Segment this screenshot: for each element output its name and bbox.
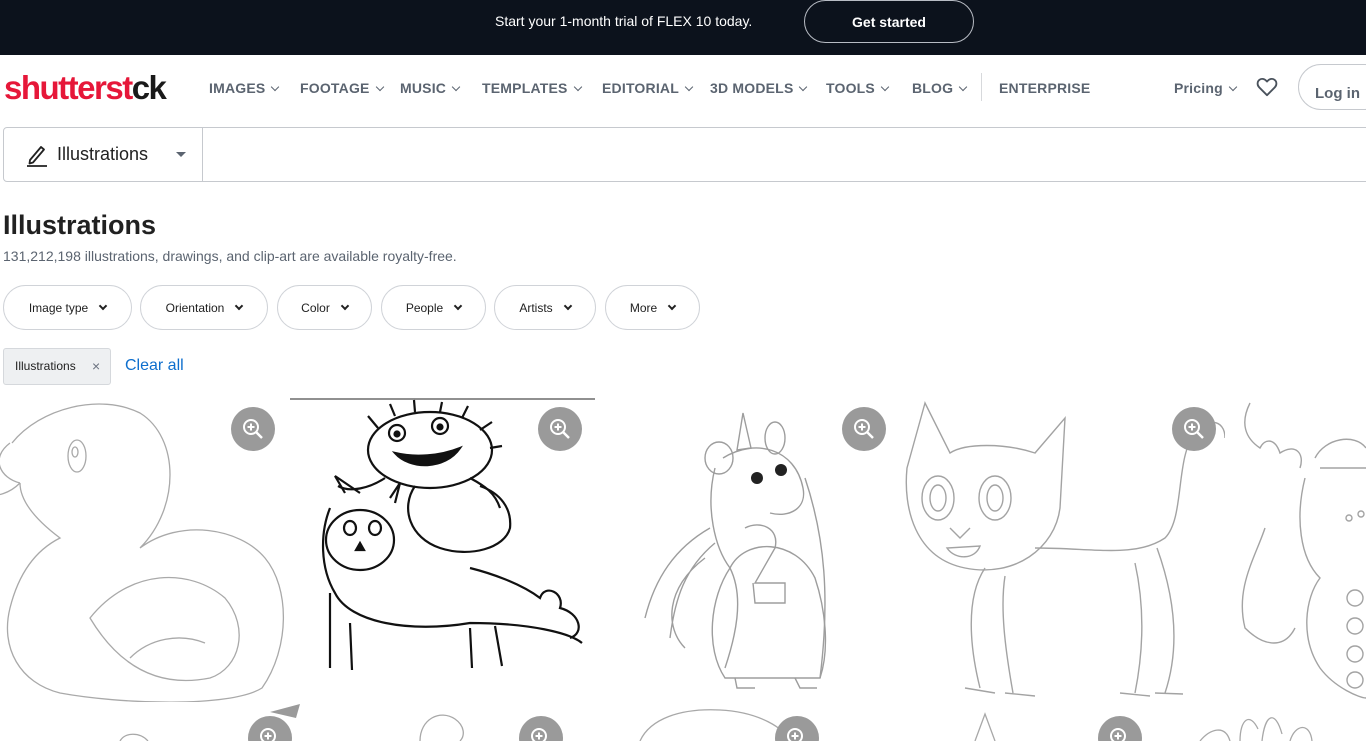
zoom-in-icon bbox=[550, 419, 570, 439]
filter-people[interactable]: People bbox=[381, 285, 486, 330]
filter-image-type[interactable]: Image type bbox=[3, 285, 132, 330]
nav-tools[interactable]: TOOLS bbox=[826, 79, 890, 97]
get-started-button[interactable]: Get started bbox=[804, 0, 974, 43]
reindeer-snowman-image bbox=[1241, 402, 1366, 699]
filter-color[interactable]: Color bbox=[277, 285, 372, 330]
chevron-down-icon bbox=[453, 301, 463, 310]
zoom-button[interactable] bbox=[231, 407, 275, 451]
zoom-button[interactable] bbox=[842, 407, 886, 451]
chevron-down-icon bbox=[271, 82, 280, 92]
chevron-down-icon bbox=[684, 82, 694, 92]
nav-3d-models[interactable]: 3D MODELS bbox=[710, 79, 808, 97]
caret-down-icon bbox=[176, 152, 186, 157]
login-button[interactable]: Log in bbox=[1298, 64, 1366, 110]
promo-text: Start your 1-month trial of FLEX 10 toda… bbox=[495, 13, 753, 29]
heart-icon[interactable] bbox=[1256, 77, 1278, 97]
zoom-in-icon bbox=[243, 419, 263, 439]
result-tile[interactable] bbox=[290, 398, 595, 702]
filter-label: Image type bbox=[28, 300, 89, 315]
active-filter-chip: Illustrations × bbox=[3, 348, 111, 385]
chevron-down-icon bbox=[573, 82, 582, 92]
nav-templates-label: TEMPLATES bbox=[482, 80, 568, 96]
chevron-down-icon bbox=[880, 82, 890, 92]
main-nav: shutterstck IMAGES FOOTAGE MUSIC TEMPLAT… bbox=[0, 55, 1366, 122]
search-bar: Illustrations bbox=[3, 127, 1366, 182]
zoom-button[interactable] bbox=[1172, 407, 1216, 451]
filter-label: More bbox=[629, 300, 658, 315]
filter-label: Color bbox=[301, 300, 330, 315]
logo-text: shutterst bbox=[4, 69, 133, 106]
nav-editorial-label: EDITORIAL bbox=[602, 80, 679, 96]
result-tile[interactable] bbox=[1225, 398, 1366, 702]
promo-banner: Start your 1-month trial of FLEX 10 toda… bbox=[0, 0, 1366, 55]
close-icon[interactable]: × bbox=[92, 358, 100, 374]
result-tile[interactable] bbox=[0, 398, 290, 702]
filter-label: People bbox=[405, 300, 444, 315]
filter-label: Artists bbox=[519, 300, 553, 315]
nav-footage-label: FOOTAGE bbox=[300, 80, 370, 96]
chevron-down-icon bbox=[667, 301, 677, 310]
result-tile[interactable] bbox=[895, 398, 1225, 702]
nav-editorial[interactable]: EDITORIAL bbox=[602, 79, 694, 97]
nav-tools-label: TOOLS bbox=[826, 80, 875, 96]
filter-artists[interactable]: Artists bbox=[494, 285, 596, 330]
zoom-in-icon bbox=[260, 728, 276, 741]
nav-divider bbox=[981, 73, 982, 101]
zoom-button[interactable] bbox=[538, 407, 582, 451]
nav-music-label: MUSIC bbox=[400, 80, 447, 96]
zoom-in-icon bbox=[531, 728, 547, 741]
zoom-in-icon bbox=[854, 419, 874, 439]
nav-pricing-label: Pricing bbox=[1174, 80, 1223, 96]
page-title: Illustrations bbox=[3, 210, 157, 240]
kitten-image bbox=[905, 401, 1225, 697]
zoom-in-icon bbox=[1110, 728, 1126, 741]
chevron-down-icon bbox=[235, 301, 244, 310]
chevron-down-icon bbox=[98, 301, 108, 310]
chevron-down-icon bbox=[799, 82, 808, 92]
nav-footage[interactable]: FOOTAGE bbox=[300, 79, 384, 97]
chip-label: Illustrations bbox=[15, 359, 76, 373]
page-subtitle: 131,212,198 illustrations, drawings, and… bbox=[3, 248, 457, 264]
nav-blog[interactable]: BLOG bbox=[912, 79, 968, 97]
filter-orientation[interactable]: Orientation bbox=[140, 285, 268, 330]
filter-label: Orientation bbox=[165, 300, 225, 315]
chevron-down-icon bbox=[340, 301, 350, 310]
result-row-partial bbox=[0, 704, 1366, 741]
filter-more[interactable]: More bbox=[605, 285, 700, 330]
chevron-down-icon bbox=[375, 82, 384, 92]
nav-images[interactable]: IMAGES bbox=[209, 79, 280, 97]
zoom-in-icon bbox=[787, 728, 803, 741]
chevron-down-icon bbox=[451, 82, 461, 92]
zoom-in-icon bbox=[1184, 419, 1204, 439]
nav-images-label: IMAGES bbox=[209, 80, 266, 96]
pen-icon bbox=[27, 146, 47, 167]
asset-type-select[interactable]: Illustrations bbox=[4, 128, 203, 181]
nav-blog-label: BLOG bbox=[912, 80, 954, 96]
partial-images bbox=[119, 704, 1313, 741]
clear-all-link[interactable]: Clear all bbox=[125, 357, 184, 375]
nav-music[interactable]: MUSIC bbox=[400, 79, 461, 97]
shutterstock-logo[interactable]: shutterstck bbox=[4, 69, 167, 107]
nav-templates[interactable]: TEMPLATES bbox=[482, 79, 582, 97]
nav-pricing[interactable]: Pricing bbox=[1174, 79, 1238, 97]
asset-type-label: Illustrations bbox=[57, 144, 149, 164]
chevron-down-icon bbox=[1228, 82, 1238, 92]
chevron-down-icon bbox=[563, 301, 572, 310]
search-input[interactable] bbox=[204, 128, 1366, 181]
logo-text-end: ck bbox=[131, 69, 167, 106]
chevron-down-icon bbox=[959, 82, 968, 92]
nav-enterprise[interactable]: ENTERPRISE bbox=[999, 79, 1090, 97]
result-tile[interactable] bbox=[595, 398, 895, 702]
nav-3d-models-label: 3D MODELS bbox=[710, 80, 794, 96]
